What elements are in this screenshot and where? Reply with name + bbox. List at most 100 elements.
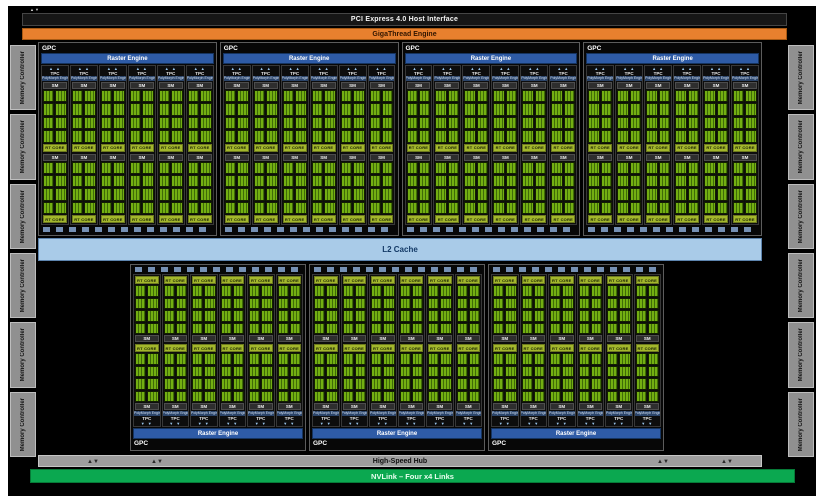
cuda-core-cell xyxy=(237,174,249,188)
cuda-core-cell xyxy=(289,285,301,297)
cuda-core-cell xyxy=(171,103,183,116)
tpc-header: PolyMorph EngineTPC▼ ▼ xyxy=(577,411,603,426)
cuda-core-cell xyxy=(224,130,237,143)
cuda-core-cell xyxy=(468,390,480,402)
cuda-core-cell xyxy=(647,310,659,322)
sm-box: RT CORE SM xyxy=(549,343,575,411)
tpc-box: RT CORESMRT CORESMPolyMorph EngineTPC▼ ▼ xyxy=(133,274,161,427)
tpc-header: ▲ ▲ TPC PolyMorph Engine xyxy=(281,66,308,81)
cuda-core-cell xyxy=(745,130,757,143)
cuda-core-cell xyxy=(340,161,353,174)
sm-core-grid xyxy=(314,285,338,334)
cuda-core-cell xyxy=(187,90,200,103)
cuda-core-cell xyxy=(447,188,460,201)
tpc-box: ▲ ▲ TPC PolyMorph Engine SM RT CORE SM RT CORE xyxy=(367,65,396,225)
sm-label: SM xyxy=(675,82,700,89)
tpc-down-arrows-icon: ▼ ▼ xyxy=(498,421,511,426)
cuda-core-cell xyxy=(619,365,631,377)
sm-core-grid xyxy=(675,161,700,214)
cuda-core-cell xyxy=(440,390,452,402)
cuda-core-cell xyxy=(562,378,574,390)
cuda-core-cell xyxy=(224,188,237,201)
rt-core-bar: RT CORE xyxy=(253,143,278,152)
cuda-core-cell xyxy=(371,390,383,402)
rt-core-bar: RT CORE xyxy=(187,143,212,152)
cuda-core-cell xyxy=(647,297,659,309)
cuda-core-cell xyxy=(578,390,590,402)
sm-box: RT CORE SM xyxy=(635,343,661,411)
rt-core-bar: RT CORE xyxy=(220,276,244,284)
tpc-down-arrows-icon: ▼ ▼ xyxy=(405,421,418,426)
cuda-core-cell xyxy=(493,390,505,402)
cuda-core-cell xyxy=(617,174,629,188)
sm-box: RT CORE SM xyxy=(578,343,604,411)
cuda-core-cell xyxy=(295,130,307,143)
sm-label: SM xyxy=(406,153,431,161)
cuda-core-cell xyxy=(476,116,489,130)
cuda-core-cell xyxy=(171,130,183,143)
cuda-core-cell xyxy=(237,130,249,143)
sm-box: RT CORE SM xyxy=(370,275,396,343)
cuda-core-cell xyxy=(590,353,602,365)
cuda-core-cell xyxy=(43,201,55,214)
sm-label: SM xyxy=(493,403,517,410)
cuda-core-cell xyxy=(311,201,324,214)
sm-label: SM xyxy=(369,82,394,89)
rt-core-bar: RT CORE xyxy=(340,215,365,223)
rt-core-bar: RT CORE xyxy=(464,143,489,152)
sm-box: SM RT CORE xyxy=(550,81,576,153)
memory-controller-label: Memory Controller xyxy=(798,328,804,382)
cuda-core-cell xyxy=(261,390,273,402)
sm-label: SM xyxy=(704,82,729,89)
cuda-core-cell xyxy=(324,174,336,188)
sm-core-grid xyxy=(588,90,613,143)
cuda-core-cell xyxy=(716,130,729,143)
tpc-header: ▲ ▲ TPC PolyMorph Engine xyxy=(252,66,279,81)
rt-core-bar: RT CORE xyxy=(607,344,631,352)
cuda-core-cell xyxy=(406,103,418,116)
cuda-core-cell xyxy=(371,353,383,365)
cuda-core-cell xyxy=(200,103,212,116)
tpc-header: ▲ ▲ TPC PolyMorph Engine xyxy=(42,66,68,81)
sm-core-grid xyxy=(311,90,336,143)
sm-label: SM xyxy=(71,82,96,89)
sm-box: RT CORE SM xyxy=(606,275,632,343)
cuda-core-cell xyxy=(311,116,324,130)
memory-controller-label: Memory Controller xyxy=(20,258,26,313)
cuda-core-cell xyxy=(277,285,289,297)
cuda-core-cell xyxy=(187,103,200,116)
sm-core-grid xyxy=(607,285,631,334)
cuda-core-cell xyxy=(704,130,716,143)
cuda-core-cell xyxy=(716,201,729,214)
cuda-core-cell xyxy=(578,365,590,377)
sm-label: SM xyxy=(617,82,642,89)
cuda-core-cell xyxy=(249,378,261,390)
cuda-core-cell xyxy=(135,297,147,309)
cuda-core-cell xyxy=(232,378,244,390)
rt-core-bar: RT CORE xyxy=(406,143,431,152)
cuda-core-cell xyxy=(399,390,411,402)
sm-core-grid xyxy=(187,161,212,214)
cuda-core-cell xyxy=(563,103,576,116)
cuda-core-cell xyxy=(646,161,658,174)
tpc-box: ▲ ▲ TPC PolyMorph Engine SM RT CORE SM RT CORE xyxy=(69,65,98,225)
cuda-core-cell xyxy=(658,130,671,143)
cuda-core-cell xyxy=(447,174,460,188)
cuda-core-cell xyxy=(428,390,440,402)
cuda-core-cell xyxy=(418,174,431,188)
raster-engine-bar: Raster Engine xyxy=(586,53,759,64)
sm-label: SM xyxy=(340,82,365,89)
sm-core-grid xyxy=(551,90,576,143)
cuda-core-cell xyxy=(277,365,289,377)
cuda-core-cell xyxy=(635,378,647,390)
tpc-header: PolyMorph EngineTPC▼ ▼ xyxy=(134,411,160,426)
cuda-core-cell xyxy=(43,116,55,130)
sm-label: SM xyxy=(135,335,159,342)
cuda-core-cell xyxy=(311,174,324,188)
cuda-core-cell xyxy=(418,116,431,130)
tpc-header: ▲ ▲ TPC PolyMorph Engine xyxy=(732,66,758,81)
rt-core-bar: RT CORE xyxy=(428,344,452,352)
cuda-core-cell xyxy=(629,130,642,143)
cuda-core-cell xyxy=(353,161,365,174)
cuda-core-cell xyxy=(447,90,460,103)
